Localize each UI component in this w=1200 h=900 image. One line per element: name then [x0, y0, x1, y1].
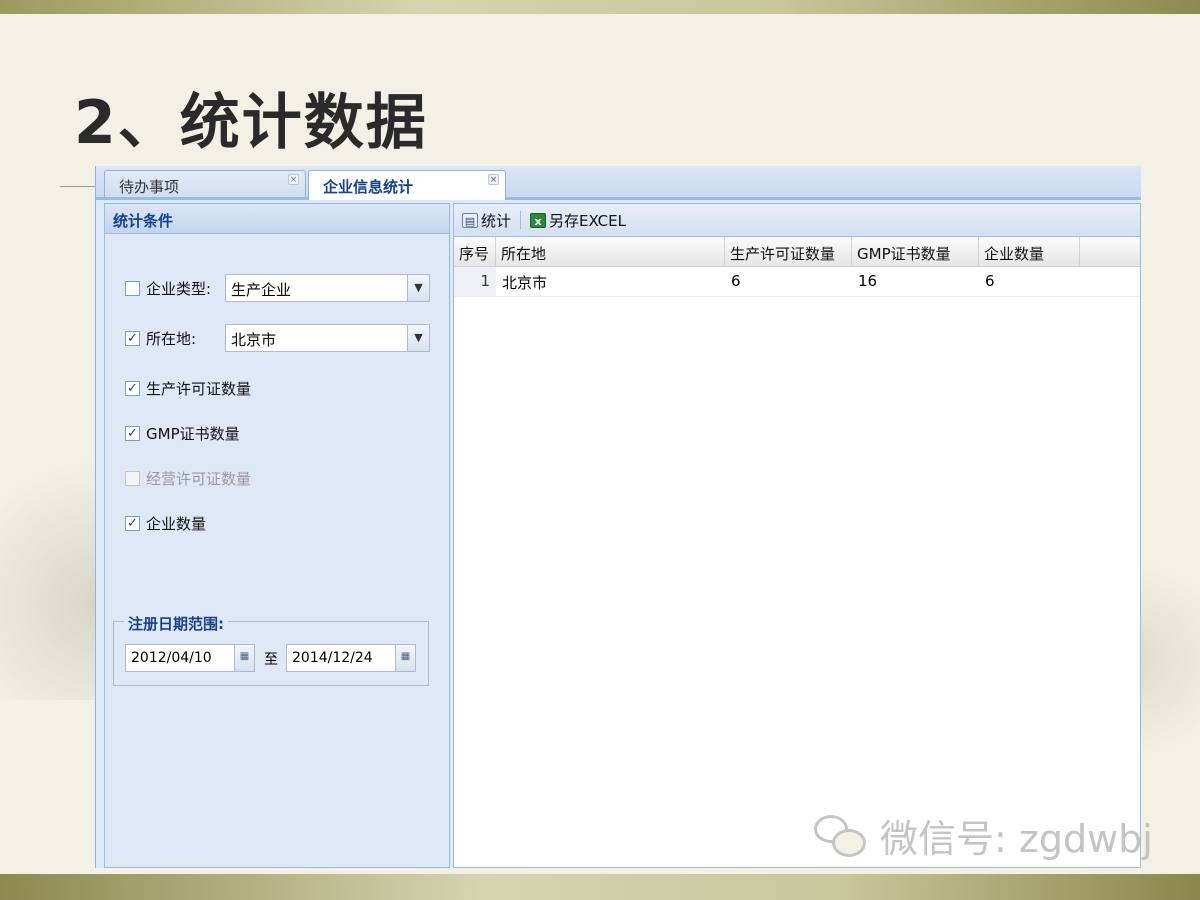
cell-enterprise-count: 6	[985, 272, 995, 290]
calendar-icon[interactable]: ▦	[234, 645, 254, 671]
table-icon: ▤	[462, 212, 478, 228]
divider	[60, 186, 100, 187]
app-window: 待办事项 × 企业信息统计 × 统计条件 企业类型: 生产企业 ▼ ✓ 所在地:…	[95, 166, 1141, 868]
bottom-decor-band	[0, 874, 1200, 900]
grid-header: 序号 所在地 生产许可证数量 GMP证书数量 企业数量	[454, 237, 1140, 267]
column-header-index[interactable]: 序号	[454, 237, 496, 266]
date-from-value: 2012/04/10	[131, 650, 212, 666]
tab-enterprise-stats[interactable]: 企业信息统计 ×	[308, 170, 506, 200]
chevron-down-icon[interactable]: ▼	[407, 275, 429, 301]
enterprise-type-checkbox[interactable]	[125, 281, 140, 296]
cell-index: 1	[454, 267, 496, 296]
cell-gmp-certificates: 16	[858, 272, 878, 290]
option-label: 经营许可证数量	[146, 470, 252, 488]
table-row[interactable]: 1 北京市 6 16 6	[454, 267, 1140, 297]
tab-bar: 待办事项 × 企业信息统计 ×	[96, 166, 1141, 200]
option-label: 企业数量	[146, 515, 207, 533]
excel-icon: x	[530, 212, 547, 228]
option-label: 生产许可证数量	[146, 380, 252, 398]
checkbox[interactable]: ✓	[125, 516, 140, 531]
location-select[interactable]: 北京市 ▼	[225, 324, 430, 352]
column-header-filler	[1080, 237, 1140, 266]
enterprise-type-select[interactable]: 生产企业 ▼	[225, 274, 430, 302]
option-gmp-certificates[interactable]: ✓ GMP证书数量	[125, 423, 240, 444]
stats-button[interactable]: ▤ 统计	[458, 208, 515, 232]
export-excel-label: 另存EXCEL	[549, 211, 626, 230]
location-checkbox[interactable]: ✓	[125, 331, 140, 346]
column-header-production-licenses[interactable]: 生产许可证数量	[725, 237, 852, 266]
slide-title: 2、统计数据	[74, 88, 428, 158]
cell-production-licenses: 6	[731, 272, 741, 290]
toolbar-separator	[520, 211, 522, 229]
location-row: ✓ 所在地:	[125, 328, 196, 349]
date-to-value: 2014/12/24	[292, 650, 373, 666]
close-icon[interactable]: ×	[288, 174, 299, 185]
export-excel-button[interactable]: x 另存EXCEL	[526, 208, 630, 232]
checkbox	[125, 471, 140, 486]
tab-label: 待办事项	[119, 178, 180, 196]
toolbar: ▤ 统计 x 另存EXCEL	[454, 204, 1140, 237]
location-value: 北京市	[231, 331, 277, 349]
option-enterprise-count[interactable]: ✓ 企业数量	[125, 513, 206, 534]
checkbox[interactable]: ✓	[125, 381, 140, 396]
column-header-enterprise-count[interactable]: 企业数量	[979, 237, 1080, 266]
wechat-watermark: 微信号: zgdwbj	[812, 808, 1153, 863]
stats-button-label: 统计	[481, 211, 512, 230]
results-panel: ▤ 统计 x 另存EXCEL 序号 所在地 生产许可证数量 GMP证书数量 企业…	[453, 203, 1141, 868]
date-from-field[interactable]: 2012/04/10 ▦	[125, 644, 255, 672]
cell-filler	[1080, 267, 1140, 296]
date-range-fieldset: 注册日期范围: 2012/04/10 ▦ 至 2014/12/24 ▦	[113, 613, 429, 686]
date-range-legend: 注册日期范围:	[124, 613, 228, 634]
criteria-panel: 统计条件 企业类型: 生产企业 ▼ ✓ 所在地: 北京市 ▼ ✓ 生产许可证数量…	[104, 203, 450, 868]
date-to-label: 至	[264, 652, 278, 668]
wechat-icon	[812, 811, 870, 861]
column-header-gmp-certificates[interactable]: GMP证书数量	[852, 237, 979, 266]
column-header-location[interactable]: 所在地	[496, 237, 725, 266]
option-production-licenses[interactable]: ✓ 生产许可证数量	[125, 378, 251, 399]
close-icon[interactable]: ×	[488, 174, 499, 185]
date-to-field[interactable]: 2014/12/24 ▦	[286, 644, 416, 672]
tab-label: 企业信息统计	[323, 178, 414, 196]
option-business-licenses: 经营许可证数量	[125, 468, 251, 489]
enterprise-type-value: 生产企业	[231, 281, 292, 299]
location-label: 所在地:	[146, 330, 197, 348]
top-decor-band	[0, 0, 1200, 14]
results-grid: 序号 所在地 生产许可证数量 GMP证书数量 企业数量 1 北京市 6 16 6	[454, 237, 1140, 297]
cell-location: 北京市	[502, 274, 548, 292]
chevron-down-icon[interactable]: ▼	[407, 325, 429, 351]
tab-todo[interactable]: 待办事项 ×	[104, 170, 306, 197]
panel-title: 统计条件	[105, 204, 449, 234]
enterprise-type-row: 企业类型:	[125, 278, 211, 299]
watermark-text: 微信号: zgdwbj	[880, 817, 1153, 861]
calendar-icon[interactable]: ▦	[395, 645, 415, 671]
enterprise-type-label: 企业类型:	[146, 280, 212, 298]
option-label: GMP证书数量	[146, 425, 240, 443]
checkbox[interactable]: ✓	[125, 426, 140, 441]
